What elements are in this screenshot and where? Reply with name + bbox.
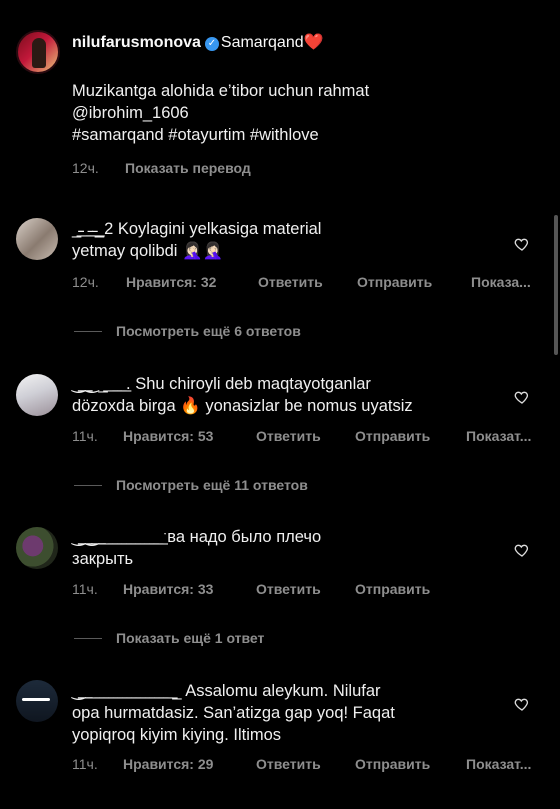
comment-line: yetmay qolibdi 🤦🏻‍♀️🤦🏻‍♀️ [72,242,224,260]
like-heart-icon[interactable] [514,236,530,252]
comment-time: 12ч. [72,274,99,290]
avatar-figure [32,38,46,68]
post-username[interactable]: nilufarusmonova [72,34,201,51]
caption-mention[interactable]: @ibrohim_1606 [72,102,369,124]
commenter-avatar[interactable] [16,680,58,722]
like-heart-icon[interactable] [514,389,530,405]
commenter-avatar[interactable] [16,374,58,416]
comment-line: yopiqroq kiyim kiying. Iltimos [72,726,282,744]
comment-line: dözoxda birga 🔥 yonasizlar be nomus uyat… [72,397,413,415]
show-more-replies[interactable]: Показать ещё 1 ответ [73,630,264,646]
send-button[interactable]: Отправить [357,274,432,290]
like-heart-icon[interactable] [514,696,530,712]
comment-line: закрыть [72,550,134,568]
caption-line: Muzikantga alohida e’tibor uchun rahmat [72,82,370,100]
comment-line: ‿͟ ͟ ͟ ͟ ͟ ͟ ͟ ͟ ͟ ͟ ͟ ͟ ͟ ͟ ͟ ͟ ͟ ͟ ͟ _… [72,682,381,700]
translate-link[interactable]: Показат... [466,428,531,444]
post-location[interactable]: Samarqand❤️ [221,34,324,51]
translate-link[interactable]: Показат... [466,756,531,772]
reply-button[interactable]: Ответить [256,428,321,444]
comment-text: ‿͟ ͟ ͟ ͟ ͟ ͟ ͟ ͟ ͟ ͟ ͟ ͟ ͟ ͟ ͟ ͟ ͟ ͟ ͟ _… [72,680,395,746]
comment-time: 11ч. [72,581,98,597]
send-button[interactable]: Отправить [355,756,430,772]
comment-line: ‿͟‿͟ ͟ ͟ ͟ ͟ ͟ ͟ ͟ ͟ ͟ ͟ ͟ ͟ ͟ ˑва надо … [72,528,322,546]
reply-button[interactable]: Ответить [256,756,321,772]
comment-line: opa hurmatdasiz. San’atizga gap yoq! Faq… [72,704,395,722]
scrollbar[interactable] [554,215,558,355]
view-more-replies[interactable]: Посмотреть ещё 6 ответов [74,323,301,339]
likes-count[interactable]: Нравится: 33 [123,581,213,597]
verified-badge-icon: ✓ [204,37,219,51]
likes-count[interactable]: Нравится: 29 [123,756,213,772]
like-heart-icon[interactable] [514,542,530,558]
caption-hashtags[interactable]: #samarqand #otayurtim #withlove [72,124,369,146]
view-more-replies[interactable]: Посмотреть ещё 11 ответов [74,477,308,493]
commenter-avatar[interactable] [16,527,58,569]
reply-button[interactable]: Ответить [256,581,321,597]
translate-link[interactable]: Показа... [471,274,531,290]
send-button[interactable]: Отправить [355,581,430,597]
reply-button[interactable]: Ответить [258,274,323,290]
post-time: 12ч. [72,160,99,176]
commenter-avatar[interactable] [16,218,58,260]
comment-time: 11ч. [72,428,98,444]
comment-line: _̵̵͟ ͟ ̵͟ ̵͟_2 Koylagini yelkasiga mater… [72,220,322,238]
comment-text: ‿͟‿_͟ ͟ ͟ ͟ . Shu chiroyli deb maqtayotg… [72,373,413,417]
post-username-row[interactable]: nilufarusmonova ✓ Samarqand❤️ [72,32,324,52]
likes-count[interactable]: Нравится: 32 [126,274,216,290]
comment-line: ‿͟‿_͟ ͟ ͟ ͟ . Shu chiroyli deb maqtayotg… [72,375,371,393]
comment-text: ‿͟‿͟ ͟ ͟ ͟ ͟ ͟ ͟ ͟ ͟ ͟ ͟ ͟ ͟ ͟ ˑва надо … [72,526,321,570]
post-author-avatar[interactable] [16,30,60,74]
send-button[interactable]: Отправить [355,428,430,444]
comment-time: 11ч. [72,756,98,772]
comment-text: _̵̵͟ ͟ ̵͟ ̵͟_2 Koylagini yelkasiga mater… [72,218,321,262]
likes-count[interactable]: Нравится: 53 [123,428,213,444]
post-caption: Muzikantga alohida e’tibor uchun rahmat … [72,80,369,146]
post-translate-link[interactable]: Показать перевод [125,160,251,176]
